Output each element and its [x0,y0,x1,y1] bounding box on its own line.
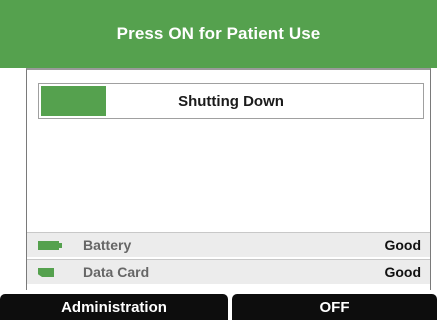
data-card-icon [38,268,54,277]
shutdown-progress-bar: Shutting Down [38,83,424,119]
device-screen: Press ON for Patient Use Shutting Down B… [0,0,437,320]
battery-icon [38,241,62,250]
data-card-value: Good [384,264,421,280]
header-title: Press ON for Patient Use [116,24,321,43]
battery-value: Good [384,237,421,253]
status-panel: Shutting Down Battery Good Data Card Goo… [26,68,431,290]
data-card-status-row: Data Card Good [27,259,430,284]
header-banner: Press ON for Patient Use [0,0,437,68]
battery-status-row: Battery Good [27,232,430,257]
data-card-label: Data Card [83,264,150,280]
off-button[interactable]: OFF [232,294,437,320]
battery-label: Battery [83,237,132,253]
administration-button[interactable]: Administration [0,294,228,320]
progress-label: Shutting Down [178,92,284,110]
